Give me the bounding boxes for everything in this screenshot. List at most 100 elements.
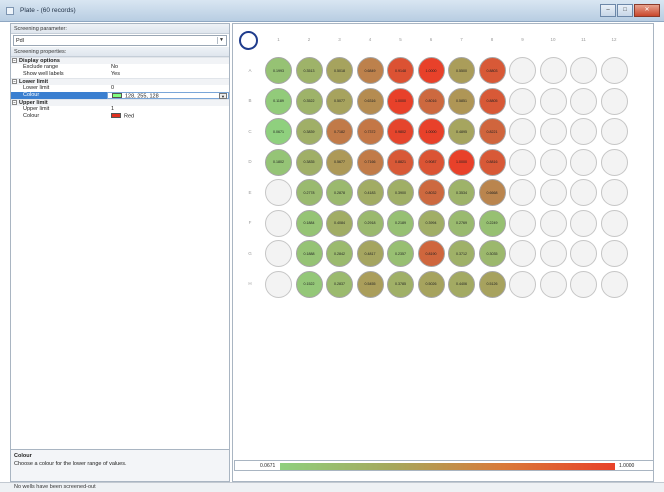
well[interactable]: 0.3534: [448, 179, 475, 206]
column-header[interactable]: 6: [416, 37, 446, 42]
well[interactable]: [539, 57, 567, 84]
property-row-lower-colour[interactable]: Colour 128, 255, 128 ▼: [11, 92, 229, 100]
column-header[interactable]: 3: [325, 37, 355, 42]
well[interactable]: 0.2189: [387, 209, 414, 237]
well[interactable]: [600, 87, 628, 115]
well[interactable]: 1.0000: [417, 118, 445, 145]
well[interactable]: 0.3994: [417, 209, 445, 237]
well[interactable]: 0.1189: [265, 87, 292, 115]
well[interactable]: 0.1522: [295, 270, 323, 298]
column-header[interactable]: 11: [569, 37, 599, 42]
collapse-icon[interactable]: −: [12, 100, 17, 105]
well[interactable]: 0.4084: [326, 209, 353, 237]
well[interactable]: [539, 118, 567, 145]
well[interactable]: 0.1884: [295, 209, 323, 237]
well[interactable]: 0.9087: [417, 148, 445, 176]
well[interactable]: [570, 209, 597, 237]
row-header[interactable]: D: [246, 159, 254, 164]
well[interactable]: [570, 87, 597, 115]
well[interactable]: [509, 57, 536, 84]
well[interactable]: 0.5455: [356, 270, 384, 298]
well[interactable]: [600, 179, 628, 206]
well[interactable]: 0.8816: [478, 148, 506, 176]
well[interactable]: 0.5018: [326, 57, 353, 84]
well[interactable]: [570, 240, 597, 267]
well[interactable]: 0.1993: [265, 57, 292, 84]
well[interactable]: 0.4406: [448, 270, 475, 298]
well[interactable]: 0.2837: [326, 270, 353, 298]
well[interactable]: 0.3712: [448, 240, 475, 267]
well[interactable]: 0.2918: [356, 209, 384, 237]
column-header[interactable]: 2: [294, 37, 324, 42]
well[interactable]: [509, 148, 536, 176]
column-header[interactable]: 8: [477, 37, 507, 42]
property-row-upper-colour[interactable]: Colour Red: [11, 113, 229, 120]
well[interactable]: 0.8805: [478, 87, 506, 115]
row-header[interactable]: G: [246, 251, 254, 256]
collapse-icon[interactable]: −: [12, 58, 17, 63]
well[interactable]: 0.6849: [356, 57, 384, 84]
column-header[interactable]: 9: [508, 37, 538, 42]
well[interactable]: [509, 270, 536, 298]
row-header[interactable]: C: [246, 129, 254, 134]
well[interactable]: 1.0000: [417, 57, 445, 84]
well[interactable]: 0.4895: [448, 118, 475, 145]
column-header[interactable]: 4: [355, 37, 385, 42]
well[interactable]: 0.7166: [356, 148, 384, 176]
column-header[interactable]: 1: [264, 37, 294, 42]
well[interactable]: 1.0000: [387, 87, 414, 115]
well[interactable]: [570, 179, 597, 206]
screening-parameter-select[interactable]: Pdl ▼: [13, 35, 227, 46]
well[interactable]: 0.8032: [417, 179, 445, 206]
well[interactable]: [509, 87, 536, 115]
well[interactable]: [509, 209, 536, 237]
well[interactable]: 0.2357: [387, 240, 414, 267]
well[interactable]: 0.8190: [417, 240, 445, 267]
well[interactable]: 0.9148: [387, 57, 414, 84]
well[interactable]: 0.6316: [356, 87, 384, 115]
well[interactable]: 0.3835: [295, 148, 323, 176]
well[interactable]: 0.8016: [417, 87, 445, 115]
row-header[interactable]: A: [246, 68, 254, 73]
well[interactable]: 0.5077: [326, 87, 353, 115]
well[interactable]: 0.0671: [265, 118, 292, 145]
well[interactable]: 0.3839: [295, 118, 323, 145]
well[interactable]: [265, 240, 292, 267]
well[interactable]: [539, 148, 567, 176]
well[interactable]: 0.4817: [356, 240, 384, 267]
well[interactable]: [570, 148, 597, 176]
well[interactable]: 0.8221: [478, 118, 506, 145]
column-header[interactable]: 10: [538, 37, 568, 42]
minimize-button[interactable]: –: [600, 4, 616, 17]
row-header[interactable]: B: [246, 98, 254, 103]
well[interactable]: 0.3522: [295, 87, 323, 115]
column-header[interactable]: 5: [386, 37, 416, 42]
property-row-lower-limit[interactable]: Lower limit 0: [11, 85, 229, 92]
category-upper-limit[interactable]: − Upper limit: [11, 99, 229, 106]
well[interactable]: [265, 270, 292, 298]
column-header[interactable]: 7: [447, 37, 477, 42]
well[interactable]: 0.2878: [326, 179, 353, 206]
chevron-down-icon[interactable]: ▼: [219, 93, 227, 99]
well[interactable]: 0.3513: [295, 57, 323, 84]
well[interactable]: [509, 118, 536, 145]
well[interactable]: 0.8821: [387, 148, 414, 176]
well[interactable]: 0.8803: [478, 57, 506, 84]
well[interactable]: [600, 240, 628, 267]
property-row-upper-limit[interactable]: Upper limit 1: [11, 106, 229, 113]
well[interactable]: 0.2842: [326, 240, 353, 267]
well[interactable]: 0.2769: [448, 209, 475, 237]
well[interactable]: [509, 179, 536, 206]
well[interactable]: [600, 148, 628, 176]
select-all-circle-icon[interactable]: [239, 31, 258, 50]
close-button[interactable]: ✕: [634, 4, 660, 17]
well[interactable]: 0.1888: [295, 240, 323, 267]
well[interactable]: [600, 118, 628, 145]
column-header[interactable]: 12: [599, 37, 629, 42]
category-display-options[interactable]: − Display options: [11, 57, 229, 64]
well[interactable]: [539, 179, 567, 206]
well[interactable]: 0.3900: [387, 179, 414, 206]
well[interactable]: 0.7182: [326, 118, 353, 145]
row-header[interactable]: E: [246, 190, 254, 195]
row-header[interactable]: H: [246, 281, 254, 286]
